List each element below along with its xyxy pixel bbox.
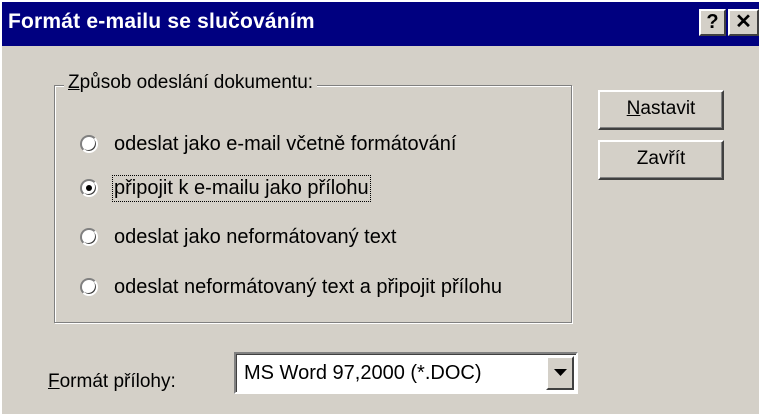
radio-option-plain-text-attachment[interactable]: odeslat neformátovaný text a připojit př…	[80, 273, 502, 301]
close-button[interactable]: ✕	[728, 9, 759, 36]
radio-option-email-formatted[interactable]: odeslat jako e-mail včetně formátování	[80, 130, 456, 158]
radio-button[interactable]	[80, 278, 98, 296]
attachment-format-select[interactable]: MS Word 97,2000 (*.DOC)	[234, 352, 578, 394]
radio-label: připojit k e-mailu jako přílohu	[112, 174, 371, 202]
radio-button[interactable]	[80, 228, 98, 246]
help-button[interactable]: ?	[699, 9, 726, 36]
dropdown-button[interactable]	[546, 356, 574, 390]
radio-label: odeslat neformátovaný text a připojit př…	[114, 275, 502, 298]
radio-label: odeslat jako e-mail včetně formátování	[114, 132, 457, 155]
radio-button[interactable]	[80, 135, 98, 153]
send-method-legend: Způsob odeslání dokumentu:	[64, 72, 318, 94]
settings-button[interactable]: Nastavit	[598, 90, 724, 130]
window-title: Formát e-mailu se slučováním	[8, 10, 315, 33]
close-dialog-button[interactable]: Zavřít	[598, 140, 724, 180]
radio-label: odeslat jako neformátovaný text	[114, 225, 397, 248]
attachment-format-value: MS Word 97,2000 (*.DOC)	[244, 362, 482, 384]
radio-button[interactable]	[80, 179, 98, 197]
attachment-format-label: Formát přílohy:	[48, 371, 176, 392]
radio-option-plain-text[interactable]: odeslat jako neformátovaný text	[80, 223, 396, 251]
radio-option-attachment[interactable]: připojit k e-mailu jako přílohu	[80, 174, 371, 202]
chevron-down-icon	[554, 369, 567, 376]
mail-merge-format-dialog: Formát e-mailu se slučováním ? ✕ Způsob …	[0, 0, 759, 414]
title-bar[interactable]: Formát e-mailu se slučováním ? ✕	[2, 2, 759, 46]
